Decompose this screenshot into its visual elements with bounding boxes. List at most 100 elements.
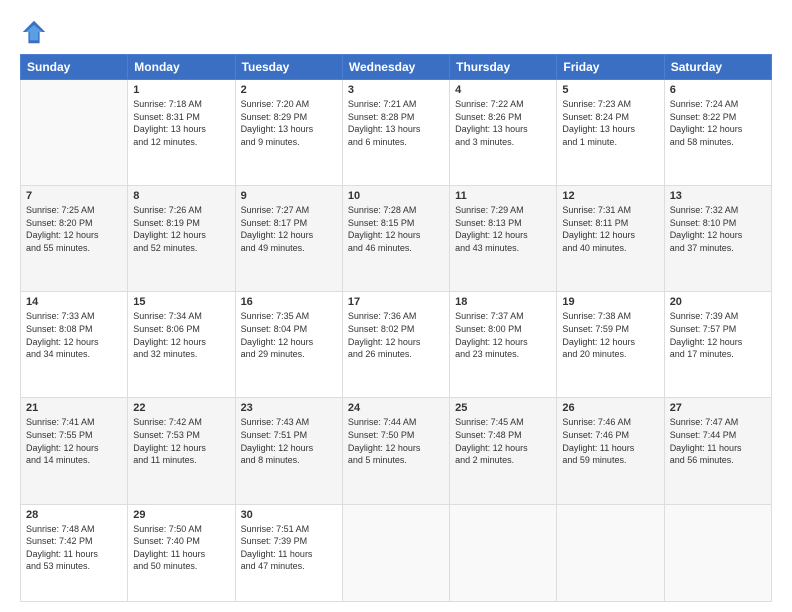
table-row: 14 Sunrise: 7:33 AMSunset: 8:08 PMDayligh… [21,292,128,398]
day-number: 26 [562,402,658,414]
table-row [342,504,449,601]
table-row: 19 Sunrise: 7:38 AMSunset: 7:59 PMDayligh… [557,292,664,398]
table-row: 30 Sunrise: 7:51 AMSunset: 7:39 PMDayligh… [235,504,342,601]
table-row [664,504,771,601]
cell-content: Sunrise: 7:48 AMSunset: 7:42 PMDaylight:… [26,523,122,573]
cell-content: Sunrise: 7:27 AMSunset: 8:17 PMDaylight:… [241,204,337,254]
table-row [21,80,128,186]
day-number: 27 [670,402,766,414]
table-row: 20Sunrise: 7:39 AMSunset: 7:57 PMDayligh… [664,292,771,398]
cell-content: Sunrise: 7:21 AMSunset: 8:28 PMDaylight:… [348,98,444,148]
table-row [557,504,664,601]
calendar-week-0: 1 Sunrise: 7:18 AMSunset: 8:31 PMDaylight… [21,80,772,186]
day-number: 7 [26,190,122,202]
day-number: 24 [348,402,444,414]
day-number: 21 [26,402,122,414]
table-row: 7 Sunrise: 7:25 AMSunset: 8:20 PMDaylight… [21,186,128,292]
table-row: 24 Sunrise: 7:44 AMSunset: 7:50 PMDayligh… [342,398,449,504]
cell-content: Sunrise: 7:51 AMSunset: 7:39 PMDaylight:… [241,523,337,573]
cell-content: Sunrise: 7:25 AMSunset: 8:20 PMDaylight:… [26,204,122,254]
cell-content: Sunrise: 7:32 AMSunset: 8:10 PMDaylight:… [670,204,766,254]
col-sunday: Sunday [21,55,128,80]
col-wednesday: Wednesday [342,55,449,80]
calendar-header-row: Sunday Monday Tuesday Wednesday Thursday… [21,55,772,80]
table-row: 11Sunrise: 7:29 AMSunset: 8:13 PMDayligh… [450,186,557,292]
cell-content: Sunrise: 7:35 AMSunset: 8:04 PMDaylight:… [241,310,337,360]
cell-content: Sunrise: 7:20 AMSunset: 8:29 PMDaylight:… [241,98,337,148]
day-number: 12 [562,190,658,202]
col-friday: Friday [557,55,664,80]
cell-content: Sunrise: 7:43 AMSunset: 7:51 PMDaylight:… [241,416,337,466]
table-row [450,504,557,601]
table-row: 4Sunrise: 7:22 AMSunset: 8:26 PMDaylight… [450,80,557,186]
day-number: 20 [670,296,766,308]
day-number: 11 [455,190,551,202]
day-number: 14 [26,296,122,308]
cell-content: Sunrise: 7:36 AMSunset: 8:02 PMDaylight:… [348,310,444,360]
day-number: 29 [133,509,229,521]
table-row: 6 Sunrise: 7:24 AMSunset: 8:22 PMDaylight… [664,80,771,186]
day-number: 30 [241,509,337,521]
cell-content: Sunrise: 7:18 AMSunset: 8:31 PMDaylight:… [133,98,229,148]
day-number: 8 [133,190,229,202]
day-number: 19 [562,296,658,308]
day-number: 25 [455,402,551,414]
col-thursday: Thursday [450,55,557,80]
calendar-table: Sunday Monday Tuesday Wednesday Thursday… [20,54,772,602]
day-number: 9 [241,190,337,202]
cell-content: Sunrise: 7:38 AMSunset: 7:59 PMDaylight:… [562,310,658,360]
day-number: 1 [133,84,229,96]
table-row: 2 Sunrise: 7:20 AMSunset: 8:29 PMDaylight… [235,80,342,186]
day-number: 4 [455,84,551,96]
table-row: 29 Sunrise: 7:50 AMSunset: 7:40 PMDayligh… [128,504,235,601]
col-tuesday: Tuesday [235,55,342,80]
calendar-week-2: 14 Sunrise: 7:33 AMSunset: 8:08 PMDayligh… [21,292,772,398]
cell-content: Sunrise: 7:47 AMSunset: 7:44 PMDaylight:… [670,416,766,466]
table-row: 15 Sunrise: 7:34 AMSunset: 8:06 PMDayligh… [128,292,235,398]
logo [20,18,52,46]
table-row: 18Sunrise: 7:37 AMSunset: 8:00 PMDayligh… [450,292,557,398]
cell-content: Sunrise: 7:24 AMSunset: 8:22 PMDaylight:… [670,98,766,148]
table-row: 10 Sunrise: 7:28 AMSunset: 8:15 PMDayligh… [342,186,449,292]
cell-content: Sunrise: 7:45 AMSunset: 7:48 PMDaylight:… [455,416,551,466]
table-row: 12Sunrise: 7:31 AMSunset: 8:11 PMDayligh… [557,186,664,292]
calendar-week-3: 21 Sunrise: 7:41 AMSunset: 7:55 PMDayligh… [21,398,772,504]
day-number: 5 [562,84,658,96]
cell-content: Sunrise: 7:42 AMSunset: 7:53 PMDaylight:… [133,416,229,466]
cell-content: Sunrise: 7:33 AMSunset: 8:08 PMDaylight:… [26,310,122,360]
table-row: 28Sunrise: 7:48 AMSunset: 7:42 PMDayligh… [21,504,128,601]
table-row: 26 Sunrise: 7:46 AMSunset: 7:46 PMDayligh… [557,398,664,504]
table-row: 27 Sunrise: 7:47 AMSunset: 7:44 PMDayligh… [664,398,771,504]
table-row: 1 Sunrise: 7:18 AMSunset: 8:31 PMDaylight… [128,80,235,186]
page: Sunday Monday Tuesday Wednesday Thursday… [0,0,792,612]
day-number: 6 [670,84,766,96]
table-row: 21 Sunrise: 7:41 AMSunset: 7:55 PMDayligh… [21,398,128,504]
table-row: 23 Sunrise: 7:43 AMSunset: 7:51 PMDayligh… [235,398,342,504]
table-row: 8 Sunrise: 7:26 AMSunset: 8:19 PMDaylight… [128,186,235,292]
day-number: 10 [348,190,444,202]
day-number: 2 [241,84,337,96]
col-saturday: Saturday [664,55,771,80]
table-row: 5Sunrise: 7:23 AMSunset: 8:24 PMDaylight… [557,80,664,186]
cell-content: Sunrise: 7:44 AMSunset: 7:50 PMDaylight:… [348,416,444,466]
cell-content: Sunrise: 7:28 AMSunset: 8:15 PMDaylight:… [348,204,444,254]
table-row: 13Sunrise: 7:32 AMSunset: 8:10 PMDayligh… [664,186,771,292]
cell-content: Sunrise: 7:37 AMSunset: 8:00 PMDaylight:… [455,310,551,360]
table-row: 22Sunrise: 7:42 AMSunset: 7:53 PMDayligh… [128,398,235,504]
calendar-week-4: 28Sunrise: 7:48 AMSunset: 7:42 PMDayligh… [21,504,772,601]
cell-content: Sunrise: 7:34 AMSunset: 8:06 PMDaylight:… [133,310,229,360]
day-number: 15 [133,296,229,308]
day-number: 17 [348,296,444,308]
logo-icon [20,18,48,46]
table-row: 25 Sunrise: 7:45 AMSunset: 7:48 PMDayligh… [450,398,557,504]
col-monday: Monday [128,55,235,80]
table-row: 9 Sunrise: 7:27 AMSunset: 8:17 PMDaylight… [235,186,342,292]
day-number: 3 [348,84,444,96]
cell-content: Sunrise: 7:50 AMSunset: 7:40 PMDaylight:… [133,523,229,573]
table-row: 17 Sunrise: 7:36 AMSunset: 8:02 PMDayligh… [342,292,449,398]
day-number: 16 [241,296,337,308]
cell-content: Sunrise: 7:26 AMSunset: 8:19 PMDaylight:… [133,204,229,254]
cell-content: Sunrise: 7:46 AMSunset: 7:46 PMDaylight:… [562,416,658,466]
day-number: 23 [241,402,337,414]
cell-content: Sunrise: 7:41 AMSunset: 7:55 PMDaylight:… [26,416,122,466]
